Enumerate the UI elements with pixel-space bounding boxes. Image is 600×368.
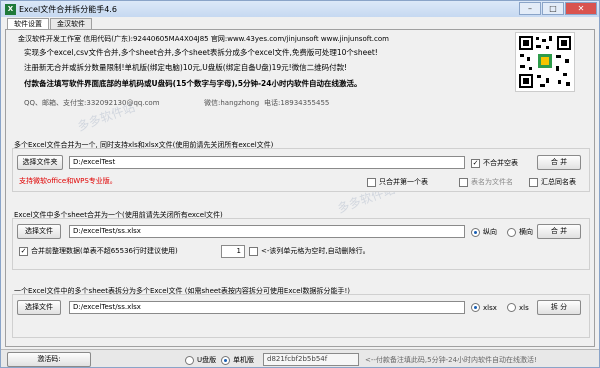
title-bar: X Excel文件合并拆分能手4.6 – □ ✕ [1, 1, 599, 17]
app-window: X Excel文件合并拆分能手4.6 – □ ✕ 软件设置 金汉软件 金汉软件开… [0, 0, 600, 368]
radio-unselected-icon [507, 227, 516, 237]
select-split-file-button[interactable]: 选择文件 [17, 300, 61, 315]
no-merge-blank-checkbox[interactable]: ✓ 不合并空表 [471, 158, 518, 168]
summary-same-name-checkbox[interactable]: 汇总同名表 [529, 177, 576, 187]
qr-code [515, 32, 575, 92]
checkbox-unchecked-icon [459, 177, 468, 187]
vertical-radio[interactable]: 纵向 [471, 227, 497, 237]
payment-note: 付款备注填写软件界面底部的单机码或U盘码(15个数字与字母),5分钟-24小时内… [24, 79, 362, 88]
window-title: Excel文件合并拆分能手4.6 [19, 4, 117, 14]
checkbox-unchecked-icon [367, 177, 376, 187]
status-bar: 激活码: U盘版 单机版 d821fcbf2b5b54f <--付款备注填此码,… [1, 349, 599, 367]
office-wps-note: 支持微软office和WPS专业版。 [19, 177, 117, 185]
xlsx-radio[interactable]: xlsx [471, 303, 497, 312]
machine-code-field: d821fcbf2b5b54f [263, 353, 359, 366]
maximize-button[interactable]: □ [542, 2, 564, 15]
window-controls: – □ ✕ [518, 2, 597, 15]
qr-code-image [519, 36, 571, 88]
select-folder-button[interactable]: 选择文件夹 [17, 155, 63, 170]
split-button[interactable]: 拆 分 [537, 300, 581, 315]
settings-panel: 金汉软件开发工作室 信用代码(广东):92440605MA4X04J85 官网:… [5, 29, 595, 347]
horizontal-radio[interactable]: 横向 [507, 227, 533, 237]
merge-folder-button[interactable]: 合 并 [537, 155, 581, 170]
delete-blank-rows-label: <-该列单元格为空时,自动删除行。 [261, 247, 370, 255]
activation-code-button[interactable]: 激活码: [7, 352, 91, 367]
udisk-edition-radio[interactable]: U盘版 [185, 355, 216, 365]
checkbox-checked-icon: ✓ [19, 246, 28, 256]
xlsx-label: xlsx [483, 303, 497, 312]
single-edition-label: 单机版 [233, 356, 254, 364]
organize-data-label: 合并前整理数据(单表不超65536行时建议使用) [31, 247, 178, 255]
excel-app-icon: X [5, 3, 16, 15]
xls-label: xls [519, 303, 529, 312]
select-file-button[interactable]: 选择文件 [17, 224, 61, 239]
contact-wechat: 微信:hangzhong [204, 99, 260, 107]
column-number-input[interactable]: 1 [221, 245, 245, 258]
radio-selected-icon [471, 227, 480, 237]
radio-selected-icon [471, 303, 480, 312]
checkbox-unchecked-icon [529, 177, 538, 187]
tab-jinhan-software[interactable]: 金汉软件 [50, 18, 92, 29]
radio-selected-icon [221, 355, 230, 365]
delete-blank-rows-checkbox[interactable]: <-该列单元格为空时,自动删除行。 [249, 246, 370, 256]
sheet-file-path-input[interactable]: D:/excelTest/ss.xlsx [69, 225, 465, 238]
only-first-sheet-label: 只合并第一个表 [379, 178, 428, 186]
split-file-path-input[interactable]: D:/excelTest/ss.xlsx [69, 301, 465, 314]
folder-path-input[interactable]: D:/excelTest [69, 156, 465, 169]
tab-bar: 软件设置 金汉软件 [7, 18, 93, 29]
checkbox-unchecked-icon [249, 246, 258, 256]
tab-settings[interactable]: 软件设置 [7, 18, 49, 29]
organize-data-checkbox[interactable]: ✓ 合并前整理数据(单表不超65536行时建议使用) [19, 246, 178, 256]
sheet-as-filename-checkbox[interactable]: 表名为文件名 [459, 177, 513, 187]
contact-phone: 电话:18934355455 [264, 99, 330, 107]
company-info: 金汉软件开发工作室 信用代码(广东):92440605MA4X04J85 官网:… [18, 35, 389, 43]
single-edition-radio[interactable]: 单机版 [221, 355, 254, 365]
checkbox-checked-icon: ✓ [471, 158, 480, 168]
horizontal-label: 横向 [519, 228, 533, 236]
activation-note: <--付款备注填此码,5分钟-24小时内软件自动在线激活! [365, 356, 537, 364]
no-merge-blank-label: 不合并空表 [483, 159, 518, 167]
merge-files-group: 选择文件夹 D:/excelTest ✓ 不合并空表 合 并 支持微软office… [12, 148, 590, 192]
sheet-as-filename-label: 表名为文件名 [471, 178, 513, 186]
summary-same-name-label: 汇总同名表 [541, 178, 576, 186]
radio-unselected-icon [185, 355, 194, 365]
udisk-edition-label: U盘版 [197, 356, 217, 364]
pricing-info: 注册新无合并或拆分数量限制!单机版(绑定电脑)10元,U盘版(绑定自备U盘)19… [24, 63, 348, 72]
minimize-button[interactable]: – [519, 2, 541, 15]
contact-qq-email: QQ、邮箱、支付宝:332092130@qq.com [24, 99, 160, 107]
feature-description: 实现多个excel,csv文件合并,多个sheet合并,多个sheet表拆分成多… [24, 48, 378, 57]
xls-radio[interactable]: xls [507, 303, 529, 312]
split-sheets-group: 选择文件 D:/excelTest/ss.xlsx xlsx xls 拆 分 [12, 294, 590, 338]
radio-unselected-icon [507, 303, 516, 312]
close-button[interactable]: ✕ [565, 2, 597, 15]
vertical-label: 纵向 [483, 228, 497, 236]
merge-sheets-button[interactable]: 合 并 [537, 224, 581, 239]
merge-sheets-group: 选择文件 D:/excelTest/ss.xlsx 纵向 横向 合 并 ✓ 合并前… [12, 218, 590, 270]
only-first-sheet-checkbox[interactable]: 只合并第一个表 [367, 177, 428, 187]
